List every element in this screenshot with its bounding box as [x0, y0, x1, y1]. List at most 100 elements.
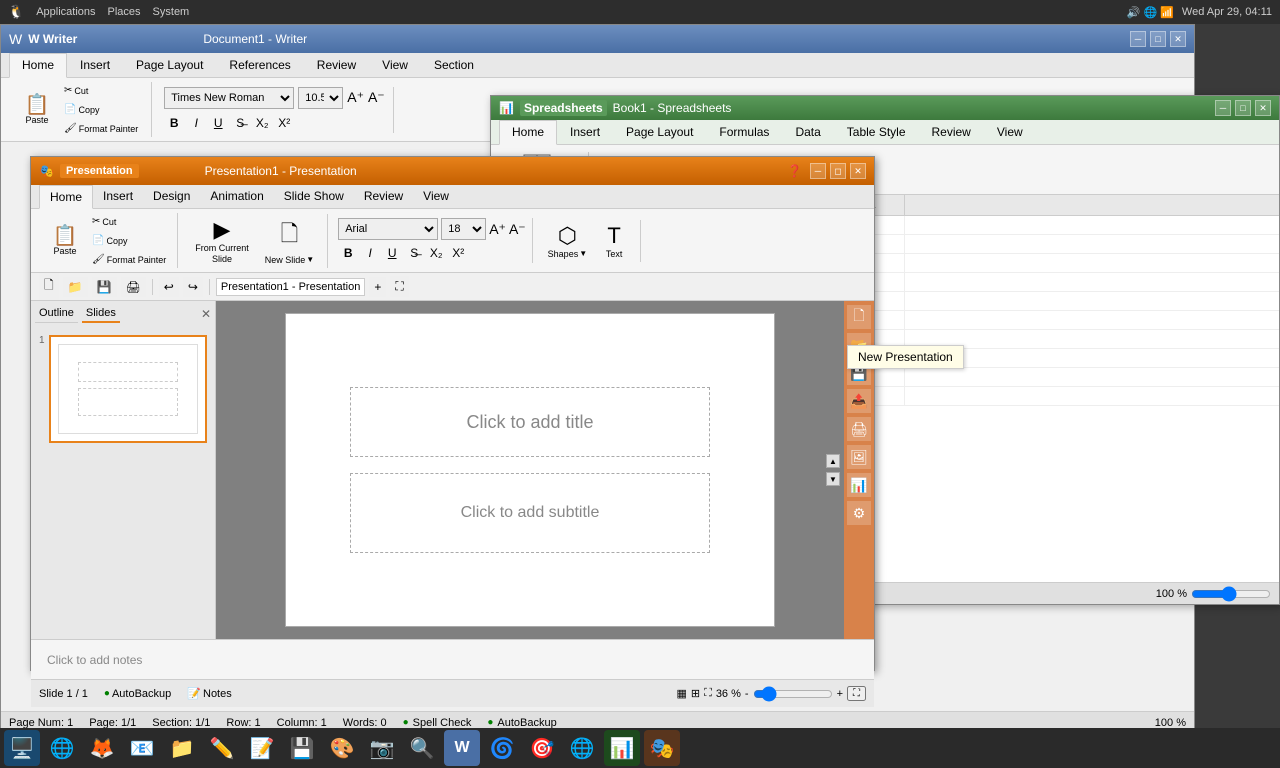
taskbar-notes-icon[interactable]: 📝 — [244, 730, 280, 766]
spreadsheet-minimize-btn[interactable]: ─ — [1215, 100, 1231, 116]
writer-tab-section[interactable]: Section — [421, 53, 487, 77]
taskbar-files-icon[interactable]: 🖥️ — [4, 730, 40, 766]
slide-canvas[interactable]: Click to add title Click to add subtitle — [285, 313, 775, 627]
presentation-minimize-btn[interactable]: ─ — [810, 163, 826, 179]
applications-menu[interactable]: Applications — [36, 6, 95, 18]
pres-zoom-in-btn[interactable]: + — [837, 688, 843, 700]
pres-tab-animation[interactable]: Animation — [200, 185, 273, 208]
taskbar-photo-icon[interactable]: 📷 — [364, 730, 400, 766]
taskbar-writer-icon[interactable]: W — [444, 730, 480, 766]
spreadsheet-tab-data[interactable]: Data — [782, 120, 833, 144]
pres-tab-view[interactable]: View — [413, 185, 459, 208]
writer-tab-review[interactable]: Review — [304, 53, 369, 77]
spreadsheet-tab-insert[interactable]: Insert — [557, 120, 613, 144]
pres-sidebar-print-btn[interactable]: 🖨 — [847, 417, 871, 441]
subscript-btn[interactable]: X₂ — [252, 113, 272, 133]
writer-minimize-btn[interactable]: ─ — [1130, 31, 1146, 47]
toolbar-undo-btn[interactable]: ↩ — [159, 277, 179, 297]
pres-view-fullscreen-icon[interactable]: ⛶ — [704, 687, 712, 700]
presentation-restore-btn[interactable]: ◻ — [830, 163, 846, 179]
spreadsheet-tab-tablestyle[interactable]: Table Style — [834, 120, 919, 144]
presentation-close-btn[interactable]: ✕ — [850, 163, 866, 179]
superscript-btn[interactable]: X² — [274, 113, 294, 133]
pres-zoom-out-btn[interactable]: - — [745, 688, 749, 700]
italic-btn[interactable]: I — [186, 113, 206, 133]
scroll-down-btn[interactable]: ▼ — [826, 472, 840, 486]
spreadsheet-close-btn[interactable]: ✕ — [1255, 100, 1271, 116]
taskbar-email-icon[interactable]: 📧 — [124, 730, 160, 766]
pres-italic-btn[interactable]: I — [360, 243, 380, 263]
slide-subtitle-box[interactable]: Click to add subtitle — [350, 473, 710, 553]
pres-subscript-btn[interactable]: X₂ — [426, 243, 446, 263]
slide-thumb-1[interactable] — [49, 335, 207, 443]
toolbar-add-slide-btn[interactable]: + — [369, 277, 386, 297]
pres-cut-btn[interactable]: ✂ Cut — [87, 213, 171, 230]
writer-cut-btn[interactable]: ✂ Cut — [59, 82, 143, 99]
writer-copy-btn[interactable]: 📄 Copy — [59, 101, 143, 118]
slide-panel-close-btn[interactable]: ✕ — [201, 307, 211, 321]
pres-format-painter-btn[interactable]: 🖌 Format Painter — [87, 251, 171, 268]
pres-tab-slideshow[interactable]: Slide Show — [274, 185, 354, 208]
toolbar-new-btn[interactable]: 🗋 — [39, 273, 59, 300]
pres-shapes-btn[interactable]: ⬡ Shapes ▼ — [543, 220, 592, 262]
toolbar-save-btn[interactable]: 💾 — [92, 277, 117, 297]
pres-tab-design[interactable]: Design — [143, 185, 200, 208]
toolbar-redo-btn[interactable]: ↪ — [183, 277, 203, 297]
shrink-font-icon[interactable]: A⁻ — [368, 89, 385, 106]
pres-text-btn[interactable]: T Text — [594, 220, 634, 262]
pres-tab-insert[interactable]: Insert — [93, 185, 143, 208]
writer-tab-references[interactable]: References — [216, 53, 303, 77]
places-menu[interactable]: Places — [108, 6, 141, 18]
taskbar-spreadsheet-icon[interactable]: 📊 — [604, 730, 640, 766]
taskbar-scroll-icon[interactable]: 🌀 — [484, 730, 520, 766]
writer-maximize-btn[interactable]: □ — [1150, 31, 1166, 47]
presentation-notes-area[interactable]: Click to add notes — [31, 639, 874, 679]
taskbar-chrome-icon[interactable]: 🌐 — [44, 730, 80, 766]
pres-underline-btn[interactable]: U — [382, 243, 402, 263]
underline-btn[interactable]: U — [208, 113, 228, 133]
writer-format-painter-btn[interactable]: 🖌 Format Painter — [59, 120, 143, 137]
toolbar-slide-selector[interactable]: Presentation1 - Presentation — [216, 278, 365, 296]
writer-window-controls[interactable]: ─ □ ✕ — [1130, 31, 1186, 47]
writer-paste-btn[interactable]: 📋 Paste — [17, 92, 57, 128]
help-icon[interactable]: ❓ — [787, 164, 802, 178]
bold-btn[interactable]: B — [164, 113, 184, 133]
pres-sidebar-settings-btn[interactable]: ⚙ — [847, 501, 871, 525]
taskbar-target-icon[interactable]: 🎯 — [524, 730, 560, 766]
system-menu[interactable]: System — [153, 6, 190, 18]
writer-tab-insert[interactable]: Insert — [67, 53, 123, 77]
pres-font-size[interactable]: 18 — [441, 218, 486, 240]
scroll-up-btn[interactable]: ▲ — [826, 454, 840, 468]
strikethrough-btn[interactable]: S̶ — [230, 113, 250, 133]
pres-shrink-font-icon[interactable]: A⁻ — [509, 221, 526, 238]
pres-font-name[interactable]: Arial — [338, 218, 438, 240]
pres-sidebar-new-btn[interactable]: 🗋 — [847, 305, 871, 329]
taskbar-firefox-icon[interactable]: 🦊 — [84, 730, 120, 766]
toolbar-open-btn[interactable]: 📁 — [63, 277, 88, 297]
pres-sidebar-img-btn[interactable]: 🖼 — [847, 445, 871, 469]
pres-new-slide-btn[interactable]: 🗋 New Slide ▼ — [258, 214, 321, 268]
pres-paste-btn[interactable]: 📋 Paste — [45, 223, 85, 259]
taskbar-presentation-icon[interactable]: 🎭 — [644, 730, 680, 766]
slide-title-box[interactable]: Click to add title — [350, 387, 710, 457]
spreadsheet-tab-formulas[interactable]: Formulas — [706, 120, 782, 144]
taskbar-paint-icon[interactable]: 🎨 — [324, 730, 360, 766]
pres-superscript-btn[interactable]: X² — [448, 243, 468, 263]
slide-panel-outline-tab[interactable]: Outline — [35, 305, 78, 323]
taskbar-editor-icon[interactable]: ✏️ — [204, 730, 240, 766]
taskbar-db-icon[interactable]: 💾 — [284, 730, 320, 766]
taskbar-search-icon[interactable]: 🔍 — [404, 730, 440, 766]
pres-sidebar-export-btn[interactable]: 📤 — [847, 389, 871, 413]
spreadsheet-tab-pagelayout[interactable]: Page Layout — [613, 120, 706, 144]
pres-tab-home[interactable]: Home — [39, 185, 93, 209]
writer-font-size[interactable]: 10.5 — [298, 87, 343, 109]
toolbar-print-btn[interactable]: 🖨 — [121, 277, 146, 297]
pres-bold-btn[interactable]: B — [338, 243, 358, 263]
pres-strikethrough-btn[interactable]: S̶ — [404, 243, 424, 263]
taskbar-browser-icon[interactable]: 🌐 — [564, 730, 600, 766]
pres-view-normal-icon[interactable]: ▦ — [676, 687, 686, 700]
toolbar-maximize-slide-btn[interactable]: ⛶ — [390, 276, 408, 297]
spreadsheet-maximize-btn[interactable]: □ — [1235, 100, 1251, 116]
grow-font-icon[interactable]: A⁺ — [347, 89, 364, 106]
pres-view-grid-icon[interactable]: ⊞ — [691, 687, 700, 700]
